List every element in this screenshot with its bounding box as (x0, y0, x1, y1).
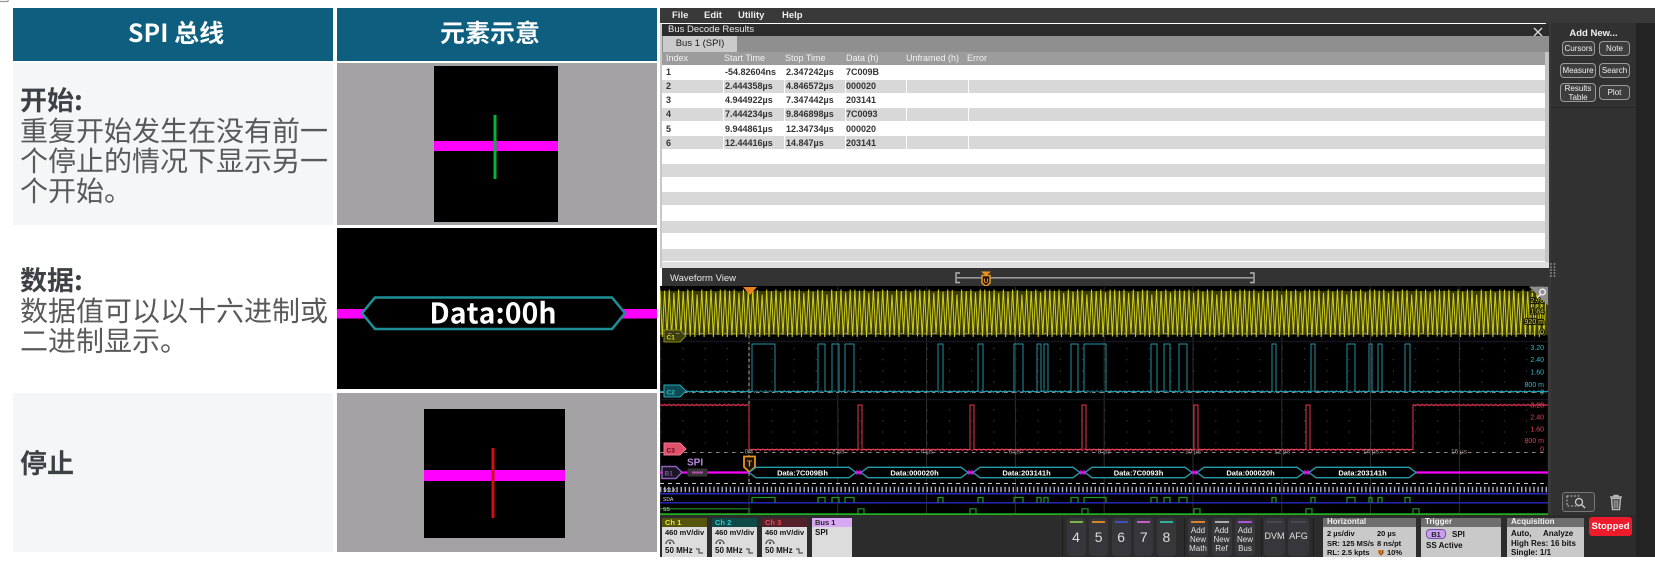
svg-text:16 µs: 16 µs (1451, 449, 1468, 456)
svg-text:T: T (747, 459, 753, 469)
svg-text:SPI: SPI (687, 458, 703, 469)
svg-text:2 µs: 2 µs (832, 449, 845, 456)
svg-text:0 s: 0 s (745, 449, 754, 456)
svg-text:1.84: 1.84 (1530, 309, 1544, 316)
svg-text:Data:203141h: Data:203141h (1002, 469, 1051, 478)
svg-text:SS: SS (663, 507, 670, 513)
svg-text:U: U (1379, 551, 1383, 557)
svg-text:0: 0 (1540, 447, 1544, 454)
svg-text:Data:000020h: Data:000020h (1226, 469, 1275, 478)
svg-text:SCLK: SCLK (663, 488, 677, 494)
svg-text:10 µs: 10 µs (1185, 449, 1202, 456)
svg-text:3.20: 3.20 (1530, 345, 1544, 352)
svg-text:U: U (984, 278, 989, 285)
svg-text:Data:203141h: Data:203141h (1338, 469, 1387, 478)
svg-text:0: 0 (1540, 390, 1544, 397)
svg-text:C3: C3 (667, 448, 676, 455)
svg-text:6 µs: 6 µs (1009, 449, 1022, 456)
svg-text:800 m: 800 m (1525, 382, 1545, 389)
svg-text:8 µs: 8 µs (1098, 449, 1111, 456)
svg-text:2.40: 2.40 (1530, 415, 1544, 422)
svg-text:920 m: 920 m (1525, 319, 1545, 326)
svg-text:4 µs: 4 µs (921, 449, 934, 456)
svg-text:C1: C1 (667, 335, 676, 342)
svg-text:Data:7C009Bh: Data:7C009Bh (777, 469, 828, 478)
svg-text:2.40: 2.40 (1530, 357, 1544, 364)
svg-text:SDA: SDA (663, 497, 674, 503)
svg-text:C2: C2 (667, 390, 676, 397)
svg-text:14 µs: 14 µs (1363, 449, 1380, 456)
svg-text:B1: B1 (665, 471, 674, 478)
svg-text:1.60: 1.60 (1530, 427, 1544, 434)
svg-text:1.60: 1.60 (1530, 370, 1544, 377)
svg-text:800 m: 800 m (1525, 438, 1545, 445)
svg-text:3.20: 3.20 (1530, 403, 1544, 410)
svg-text:Data:7C0093h: Data:7C0093h (1114, 469, 1164, 478)
svg-text:Data:000020h: Data:000020h (890, 469, 939, 478)
svg-text:12 µs: 12 µs (1274, 449, 1291, 456)
